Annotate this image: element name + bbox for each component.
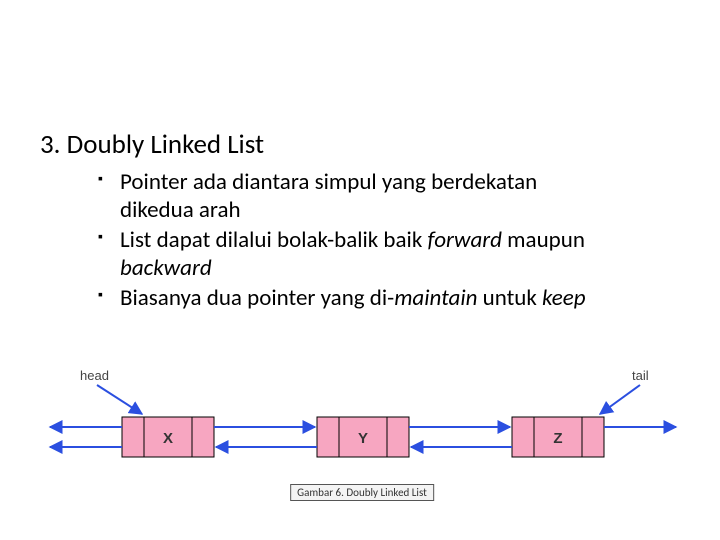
bullet-text: Pointer ada diantara simpul yang berdeka… xyxy=(120,168,537,196)
diagram: head tail X Y xyxy=(42,362,682,502)
section-heading: 3. Doubly Linked List xyxy=(40,128,264,161)
italic-word-keep: keep xyxy=(542,284,585,312)
bullet-text: List dapat dilalui bolak-balik baik xyxy=(120,226,427,254)
node-y: Y xyxy=(317,417,409,457)
diagram-caption: Gambar 6. Doubly Linked List xyxy=(290,484,434,501)
node-z: Z xyxy=(512,417,604,457)
bullet-list: Pointer ada diantara simpul yang berdeka… xyxy=(98,168,650,314)
bullet-item-1: Pointer ada diantara simpul yang berdeka… xyxy=(98,168,650,224)
bullet-text: untuk xyxy=(477,284,542,312)
italic-word-maintain: maintain xyxy=(394,284,477,312)
node-x: X xyxy=(122,417,214,457)
tail-label: tail xyxy=(632,368,649,383)
bullet-item-3: Biasanya dua pointer yang di-maintain un… xyxy=(98,284,650,312)
italic-word-backward: backward xyxy=(120,254,212,282)
slide: 3. Doubly Linked List Pointer ada dianta… xyxy=(0,0,720,540)
node-x-label: X xyxy=(163,430,173,447)
bullet-item-2: List dapat dilalui bolak-balik baik forw… xyxy=(98,226,650,282)
doubly-linked-list-svg: head tail X Y xyxy=(42,362,682,502)
bullet-text: dikedua arah xyxy=(120,196,241,224)
node-y-label: Y xyxy=(358,430,368,447)
tail-pointer-arrow xyxy=(600,385,640,414)
italic-word-forward: forward xyxy=(427,226,502,254)
bullet-text: maupun xyxy=(502,226,585,254)
head-label: head xyxy=(80,368,109,383)
bullet-text: Biasanya dua pointer yang di- xyxy=(120,284,394,312)
node-z-label: Z xyxy=(553,430,562,447)
head-pointer-arrow xyxy=(97,385,142,414)
